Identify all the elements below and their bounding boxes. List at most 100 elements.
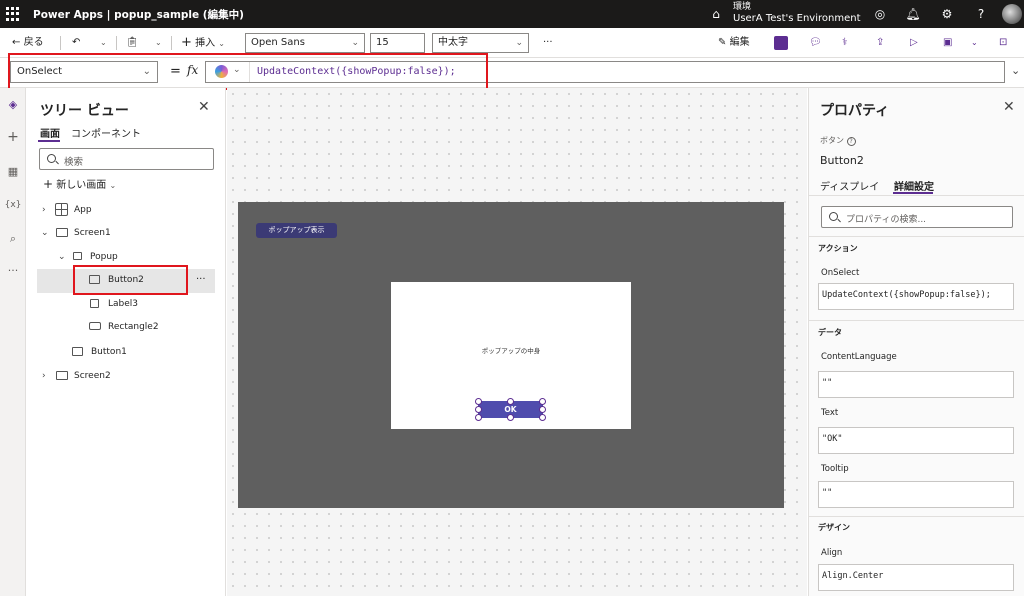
tree-item-label: Screen2 (74, 371, 111, 381)
chevron-down-icon: ⌄ (109, 181, 117, 190)
notification-bell-icon[interactable]: 🔔︎ (905, 6, 921, 22)
tree-item-rectangle2[interactable]: Rectangle2 (26, 316, 226, 338)
button-icon (72, 347, 83, 356)
save-chevron-down-icon[interactable]: ⌄ (971, 34, 978, 52)
resize-handle[interactable] (475, 398, 482, 405)
more-commands-button[interactable]: ··· (543, 34, 553, 52)
user-avatar[interactable] (1002, 4, 1022, 24)
popup-content-label[interactable]: ポップアップの中身 (391, 345, 631, 355)
font-size-input[interactable]: 15 (370, 33, 425, 53)
screen1-preview[interactable]: ポップアップ表示 ポップアップの中身 OK (238, 202, 784, 508)
health-monitor-icon[interactable]: ⚕ (842, 34, 847, 52)
more-options-button[interactable]: ··· (196, 269, 206, 291)
tree-item-popup[interactable]: ⌄ Popup (26, 246, 226, 268)
onselect-input[interactable]: UpdateContext({showPopup:false}); (818, 283, 1014, 310)
section-action: アクション (818, 244, 858, 253)
save-icon[interactable]: ▣ (943, 34, 952, 52)
chevron-down-icon: ⌄ (142, 66, 151, 77)
chevron-down-icon: ⌄ (233, 65, 241, 75)
resize-handle[interactable] (539, 406, 546, 413)
property-search-input[interactable]: プロパティの検索... (821, 206, 1013, 228)
undo-chevron-down-icon[interactable]: ⌄ (100, 34, 107, 52)
paste-chevron-down-icon[interactable]: ⌄ (155, 34, 162, 52)
variables-icon[interactable]: {x} (4, 196, 22, 214)
resize-handle[interactable] (539, 414, 546, 421)
formula-input[interactable]: ⌄ UpdateContext({showPopup:false}); (205, 61, 1005, 83)
top-bar: Power Apps | popup_sample (編集中) ⌂ 環境 Use… (0, 0, 1024, 28)
info-icon[interactable]: ? (846, 137, 856, 146)
environment-icon: ⌂ (712, 7, 720, 21)
chevron-down-icon[interactable]: ⌄ (41, 222, 49, 244)
tab-advanced[interactable]: 詳細設定 (894, 178, 934, 193)
resize-handle[interactable] (539, 398, 546, 405)
insert-plus-icon[interactable]: + (4, 128, 22, 146)
equals-sign: = (170, 64, 181, 79)
back-button[interactable]: ← 戻る (12, 34, 44, 52)
comments-icon[interactable]: 💬︎ (809, 34, 822, 52)
help-icon[interactable]: ? (973, 6, 989, 22)
resize-handle[interactable] (507, 414, 514, 421)
edit-button[interactable]: ✎ 編集 (718, 34, 750, 52)
tab-screens[interactable]: 画面 (40, 125, 60, 140)
align-label: Align (821, 548, 843, 558)
publish-icon[interactable]: ⊡ (999, 34, 1007, 52)
share-icon[interactable]: ⇪ (876, 34, 884, 52)
more-icon[interactable]: ··· (4, 262, 22, 280)
undo-button[interactable]: ↶ (72, 34, 80, 52)
plus-icon: + (181, 35, 192, 50)
tab-components[interactable]: コンポーネント (71, 125, 141, 140)
environment-selector[interactable]: 環境 UserA Test's Environment (733, 2, 861, 24)
control-type-label: ボタン ? (820, 135, 856, 146)
tree-item-button1[interactable]: Button1 (26, 341, 226, 363)
tab-display[interactable]: ディスプレイ (820, 178, 879, 193)
tree-item-label: Button1 (91, 347, 127, 357)
chevron-down-icon: ⌄ (351, 38, 359, 48)
popup-show-button[interactable]: ポップアップ表示 (256, 223, 337, 238)
divider (116, 36, 117, 50)
tree-item-button2[interactable]: Button2 ··· (26, 269, 226, 291)
tree-view-title: ツリー ビュー (40, 103, 129, 119)
copilot-formula-button[interactable]: ⌄ (206, 62, 250, 82)
contentlanguage-input[interactable]: "" (818, 371, 1014, 398)
resize-handle[interactable] (475, 406, 482, 413)
search-icon[interactable]: ⌕ (4, 230, 22, 248)
expand-formula-chevron-icon[interactable]: ⌄ (1011, 64, 1020, 77)
tree-view-layers-icon[interactable]: ◈ (4, 96, 22, 114)
tree-item-label3[interactable]: Label3 (26, 293, 226, 315)
paste-button[interactable]: 📋︎ (126, 34, 139, 52)
search-icon (47, 154, 56, 163)
design-canvas[interactable]: ポップアップ表示 ポップアップの中身 OK (227, 88, 807, 596)
tree-search-input[interactable]: 検索 (39, 148, 214, 170)
tree-item-label: Button2 (108, 275, 144, 285)
data-table-icon[interactable]: ▦ (4, 163, 22, 181)
undo-icon: ↶ (72, 37, 81, 48)
chevron-down-icon: ⌄ (515, 38, 523, 48)
chevron-right-icon[interactable]: › (42, 365, 46, 387)
tree-item-screen1[interactable]: ⌄ Screen1 (26, 222, 226, 244)
font-family-dropdown[interactable]: Open Sans ⌄ (245, 33, 365, 53)
popup-rectangle[interactable]: ポップアップの中身 OK (391, 282, 631, 429)
settings-gear-icon[interactable]: ⚙ (939, 6, 955, 22)
close-icon[interactable]: ✕ (198, 99, 210, 115)
new-screen-button[interactable]: + 新しい画面 ⌄ (43, 176, 116, 191)
property-dropdown[interactable]: OnSelect ⌄ (10, 61, 158, 83)
resize-handle[interactable] (475, 414, 482, 421)
tooltip-input[interactable]: "" (818, 481, 1014, 508)
resize-handle[interactable] (507, 398, 514, 405)
close-icon[interactable]: ✕ (1003, 99, 1015, 115)
chevron-down-icon[interactable]: ⌄ (58, 246, 66, 268)
app-launcher-icon[interactable] (6, 7, 20, 21)
chevron-right-icon[interactable]: › (42, 199, 46, 221)
font-weight-dropdown[interactable]: 中太字 ⌄ (432, 33, 529, 53)
tree-item-screen2[interactable]: › Screen2 (26, 365, 226, 387)
tree-item-label: Screen1 (74, 228, 111, 238)
tree-item-app[interactable]: › App (26, 199, 226, 221)
text-input[interactable]: "OK" (818, 427, 1014, 454)
preview-play-icon[interactable]: ▷ (910, 34, 918, 52)
copilot-icon[interactable]: ◎ (872, 6, 888, 22)
app-title: Power Apps | popup_sample (編集中) (33, 9, 244, 21)
align-input[interactable]: Align.Center (818, 564, 1014, 591)
app-checker-icon[interactable] (774, 36, 788, 50)
insert-button[interactable]: + 挿入 ⌄ (181, 34, 225, 52)
edit-label: 編集 (729, 37, 750, 48)
